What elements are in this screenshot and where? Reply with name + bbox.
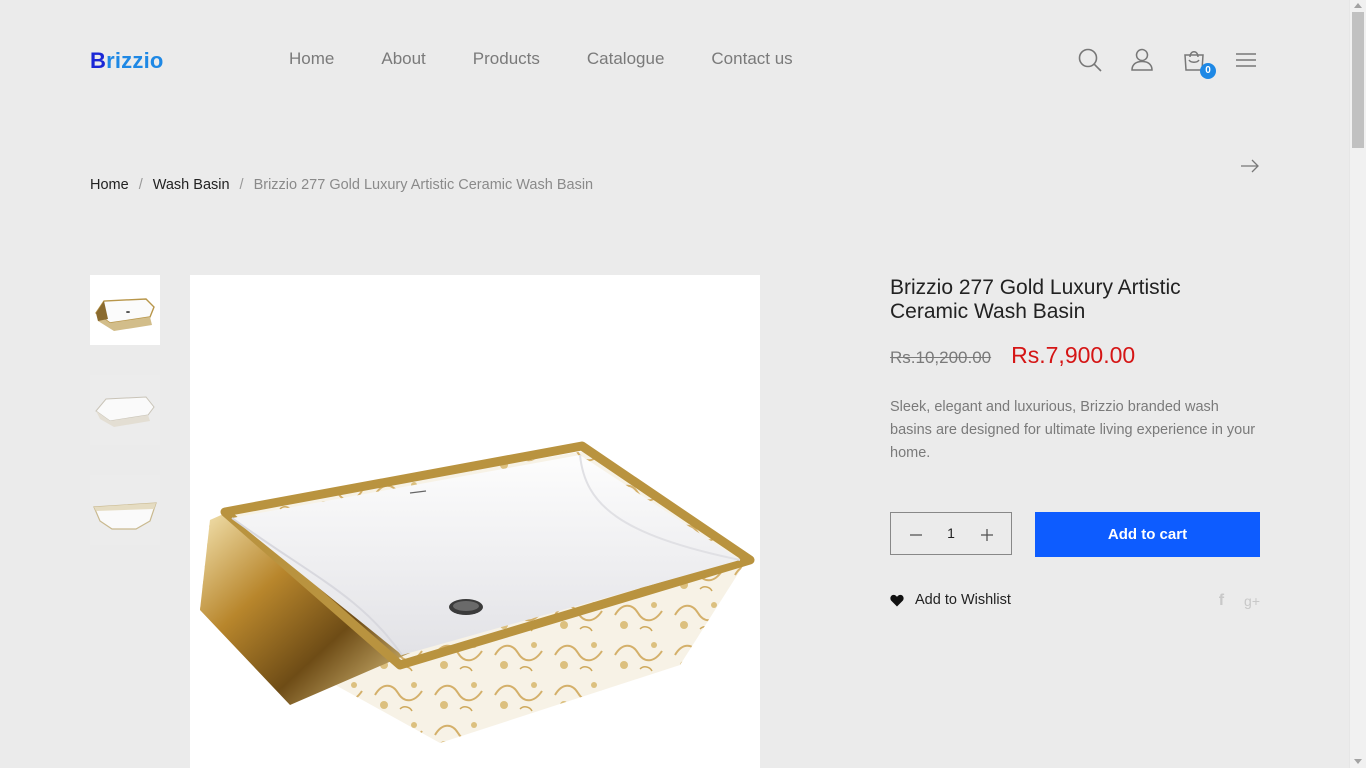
search-icon[interactable] <box>1076 46 1104 74</box>
breadcrumb-separator: / <box>239 177 244 193</box>
quantity-stepper: 1 <box>890 512 1012 555</box>
breadcrumb-separator: / <box>138 177 143 193</box>
product-title: Brizzio 277 Gold Luxury Artistic Ceramic… <box>890 276 1181 323</box>
product-thumbnail-3[interactable] <box>90 475 160 545</box>
scroll-up-arrow-icon[interactable] <box>1354 3 1362 8</box>
nav-contact[interactable]: Contact us <box>711 48 792 70</box>
breadcrumb-current: Brizzio 277 Gold Luxury Artistic Ceramic… <box>253 177 594 193</box>
product-thumbnail-1[interactable] <box>90 275 160 345</box>
user-icon[interactable] <box>1128 46 1156 74</box>
purchase-actions: 1 Add to cart <box>890 512 1260 557</box>
product-info: Brizzio 277 Gold Luxury Artistic Ceramic… <box>890 275 1260 465</box>
page-scrollbar[interactable] <box>1349 0 1366 768</box>
product-thumbnail-2[interactable] <box>90 375 160 445</box>
breadcrumb-home[interactable]: Home <box>90 177 129 193</box>
social-share: f g+ <box>1219 592 1260 610</box>
product-thumbnails <box>90 275 160 575</box>
logo-initial: B <box>90 48 107 73</box>
increase-quantity-icon[interactable] <box>980 527 994 541</box>
logo-text: rizzio <box>106 48 164 73</box>
nav-home[interactable]: Home <box>289 48 334 70</box>
product-main-image[interactable] <box>190 275 760 768</box>
scrollbar-thumb[interactable] <box>1352 12 1364 148</box>
nav-about[interactable]: About <box>381 48 425 70</box>
wishlist-row: Add to Wishlist f g+ <box>890 592 1260 614</box>
heart-icon <box>890 594 904 607</box>
cart-count-badge: 0 <box>1200 63 1216 79</box>
sale-price: Rs.7,900.00 <box>1011 342 1136 368</box>
add-to-wishlist-link[interactable]: Add to Wishlist <box>890 592 1011 608</box>
scroll-down-arrow-icon[interactable] <box>1354 759 1362 764</box>
wishlist-label: Add to Wishlist <box>915 592 1011 608</box>
price-block: Rs.10,200.00 Rs.7,900.00 <box>890 342 1260 369</box>
cart-icon[interactable]: 0 <box>1180 46 1216 79</box>
nav-products[interactable]: Products <box>473 48 540 70</box>
nav-catalogue[interactable]: Catalogue <box>587 48 665 70</box>
facebook-icon[interactable]: f <box>1219 592 1224 610</box>
brand-logo[interactable]: Brizzio <box>90 48 164 74</box>
main-nav: Home About Products Catalogue Contact us <box>289 48 793 70</box>
add-to-cart-button[interactable]: Add to cart <box>1035 512 1260 557</box>
menu-icon[interactable] <box>1233 46 1261 74</box>
old-price: Rs.10,200.00 <box>890 348 992 367</box>
breadcrumb-category[interactable]: Wash Basin <box>153 177 230 193</box>
google-plus-icon[interactable]: g+ <box>1244 593 1260 609</box>
product-description: Sleek, elegant and luxurious, Brizzio br… <box>890 399 1256 461</box>
breadcrumb: Home / Wash Basin / Brizzio 277 Gold Lux… <box>90 177 593 193</box>
next-product-arrow-icon[interactable] <box>1240 158 1260 174</box>
